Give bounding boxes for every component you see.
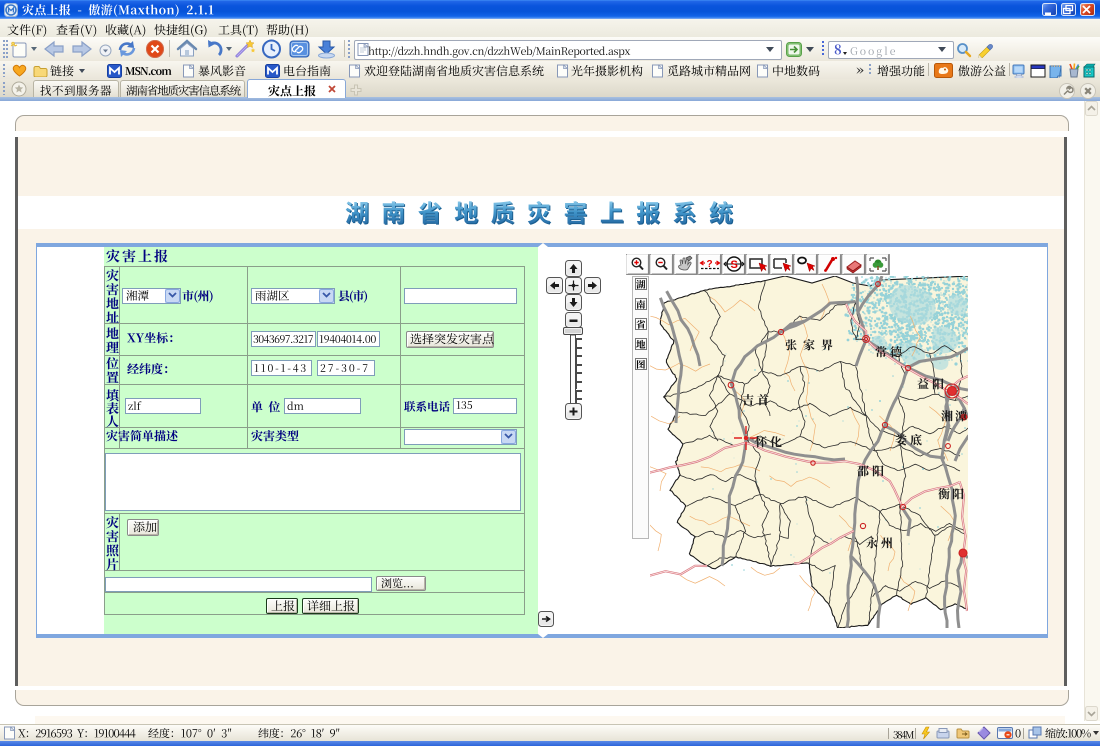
svg-text:?: ? [707,259,713,270]
svg-text:S: S [731,259,738,271]
